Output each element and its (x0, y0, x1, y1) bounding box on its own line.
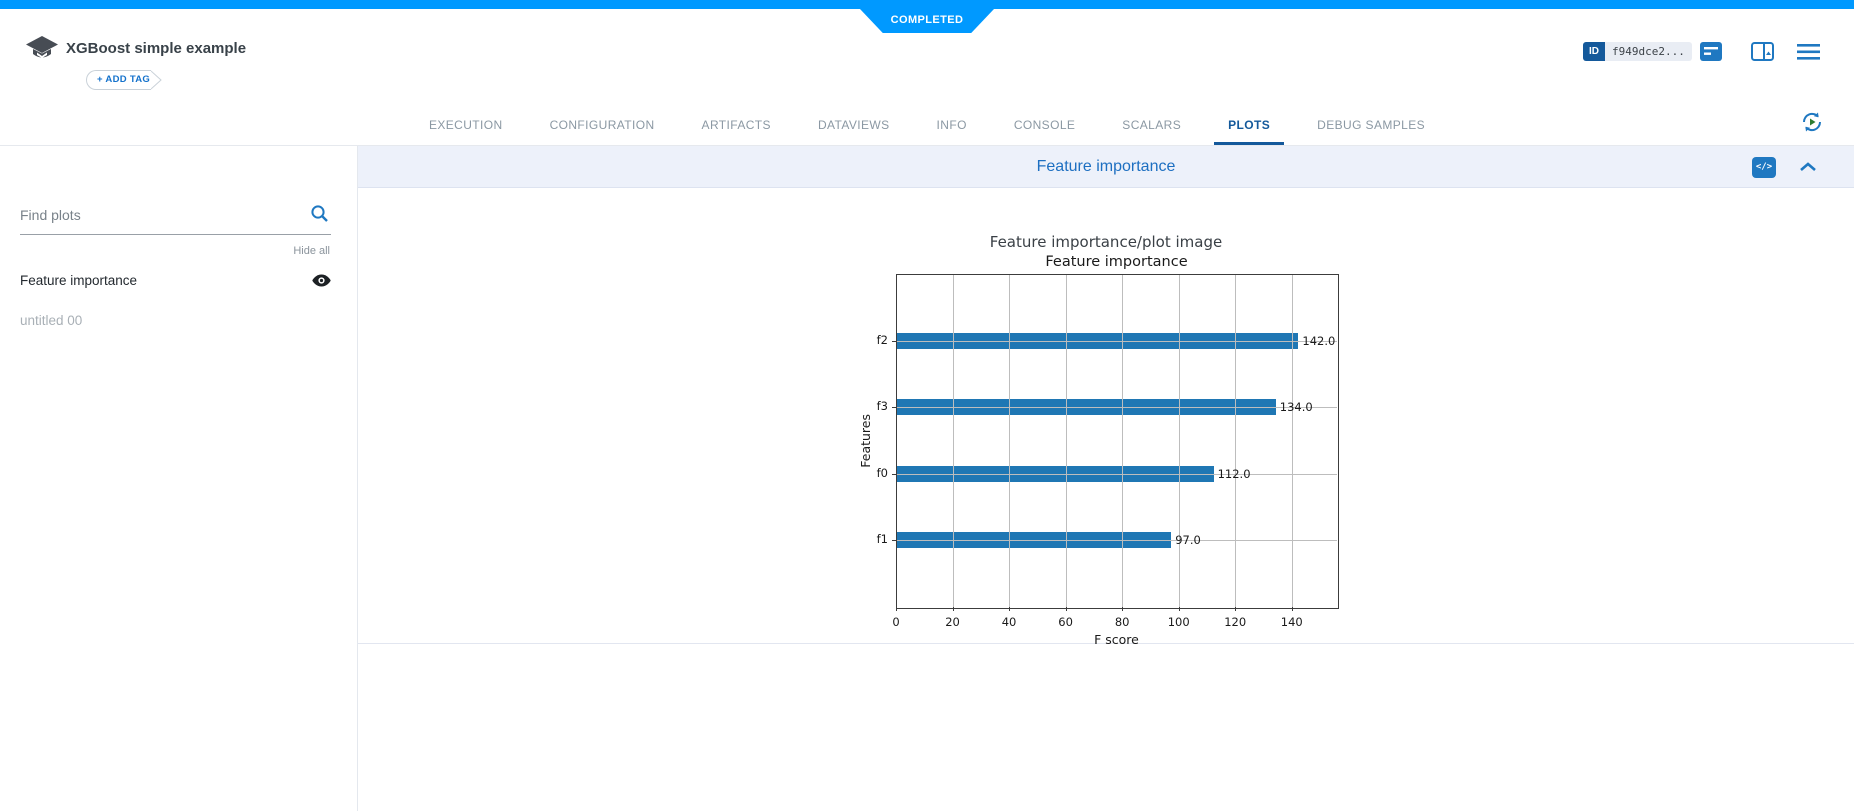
id-chip: ID (1583, 42, 1605, 61)
figure-title: Feature importance/plot image (358, 233, 1854, 251)
plot-item-label: untitled 00 (20, 313, 82, 328)
tab-info[interactable]: INFO (937, 104, 967, 145)
bar-value-label: 97.0 (1175, 532, 1201, 548)
tag-tail-icon (151, 70, 163, 90)
x-tick-mark (953, 607, 954, 611)
experiment-tabs: EXECUTION CONFIGURATION ARTIFACTS DATAVI… (0, 104, 1854, 145)
find-plots-input[interactable] (20, 200, 331, 235)
plot-section-header: Feature importance (358, 146, 1854, 188)
tab-scalars[interactable]: SCALARS (1122, 104, 1181, 145)
plot-section-title: Feature importance (1037, 158, 1176, 176)
table-view-icon[interactable] (1751, 42, 1774, 66)
y-axis-label: Features (858, 274, 873, 607)
view-code-icon[interactable]: </> (1752, 157, 1776, 178)
auto-refresh-icon[interactable] (1800, 110, 1824, 139)
x-tick-mark (1122, 607, 1123, 611)
x-tick-mark (1179, 607, 1180, 611)
y-tick-mark (892, 407, 896, 408)
tab-debug-samples[interactable]: DEBUG SAMPLES (1317, 104, 1425, 145)
x-tick-label: 80 (1100, 615, 1144, 629)
x-tick-label: 40 (987, 615, 1031, 629)
x-tick-label: 120 (1213, 615, 1257, 629)
tab-configuration[interactable]: CONFIGURATION (550, 104, 655, 145)
y-tick-mark (892, 341, 896, 342)
id-value: f949dce2... (1605, 42, 1692, 61)
feature-importance-chart[interactable]: Feature importance Features F score 0 20 4… (858, 250, 1378, 660)
tab-artifacts[interactable]: ARTIFACTS (702, 104, 771, 145)
chart-axes-box (896, 274, 1339, 609)
hide-all-button[interactable]: Hide all (293, 245, 330, 257)
x-tick-mark (1235, 607, 1236, 611)
hamburger-menu-icon[interactable] (1797, 44, 1820, 65)
experiment-title: XGBoost simple example (66, 40, 246, 57)
chevron-up-icon[interactable] (1799, 160, 1817, 178)
x-tick-mark (896, 607, 897, 611)
y-tick-mark (892, 474, 896, 475)
x-axis-label: F score (896, 632, 1337, 647)
bar-value-label: 142.0 (1302, 333, 1335, 349)
x-tick-label: 100 (1157, 615, 1201, 629)
details-panel-icon[interactable] (1700, 42, 1722, 66)
tab-console[interactable]: CONSOLE (1014, 104, 1075, 145)
x-tick-label: 20 (931, 615, 975, 629)
add-tag-label: + ADD TAG (86, 70, 151, 90)
experiment-logo-icon (23, 30, 61, 68)
status-badge: COMPLETED (860, 9, 994, 33)
x-tick-label: 60 (1044, 615, 1088, 629)
chart-title: Feature importance (896, 254, 1337, 270)
plots-sidebar: Hide all Feature importance untitled 00 (0, 146, 358, 811)
top-accent-bar (0, 0, 1854, 9)
add-tag-button[interactable]: + ADD TAG (86, 70, 163, 90)
tab-dataviews[interactable]: DATAVIEWS (818, 104, 890, 145)
bar-value-label: 134.0 (1280, 399, 1313, 415)
sidebar-item-untitled-00[interactable]: untitled 00 (20, 306, 331, 334)
x-tick-mark (1009, 607, 1010, 611)
x-tick-label: 0 (874, 615, 918, 629)
tab-execution[interactable]: EXECUTION (429, 104, 503, 145)
y-tick-mark (892, 540, 896, 541)
bar-value-label: 112.0 (1218, 466, 1251, 482)
x-tick-mark (1292, 607, 1293, 611)
x-tick-mark (1066, 607, 1067, 611)
plot-item-label: Feature importance (20, 273, 137, 288)
x-tick-label: 140 (1270, 615, 1314, 629)
sidebar-item-feature-importance[interactable]: Feature importance (20, 266, 331, 294)
eye-visible-icon[interactable] (312, 274, 331, 287)
search-icon[interactable] (310, 204, 329, 228)
experiment-id-badge[interactable]: ID f949dce2... (1583, 42, 1692, 61)
tab-plots[interactable]: PLOTS (1228, 104, 1270, 145)
